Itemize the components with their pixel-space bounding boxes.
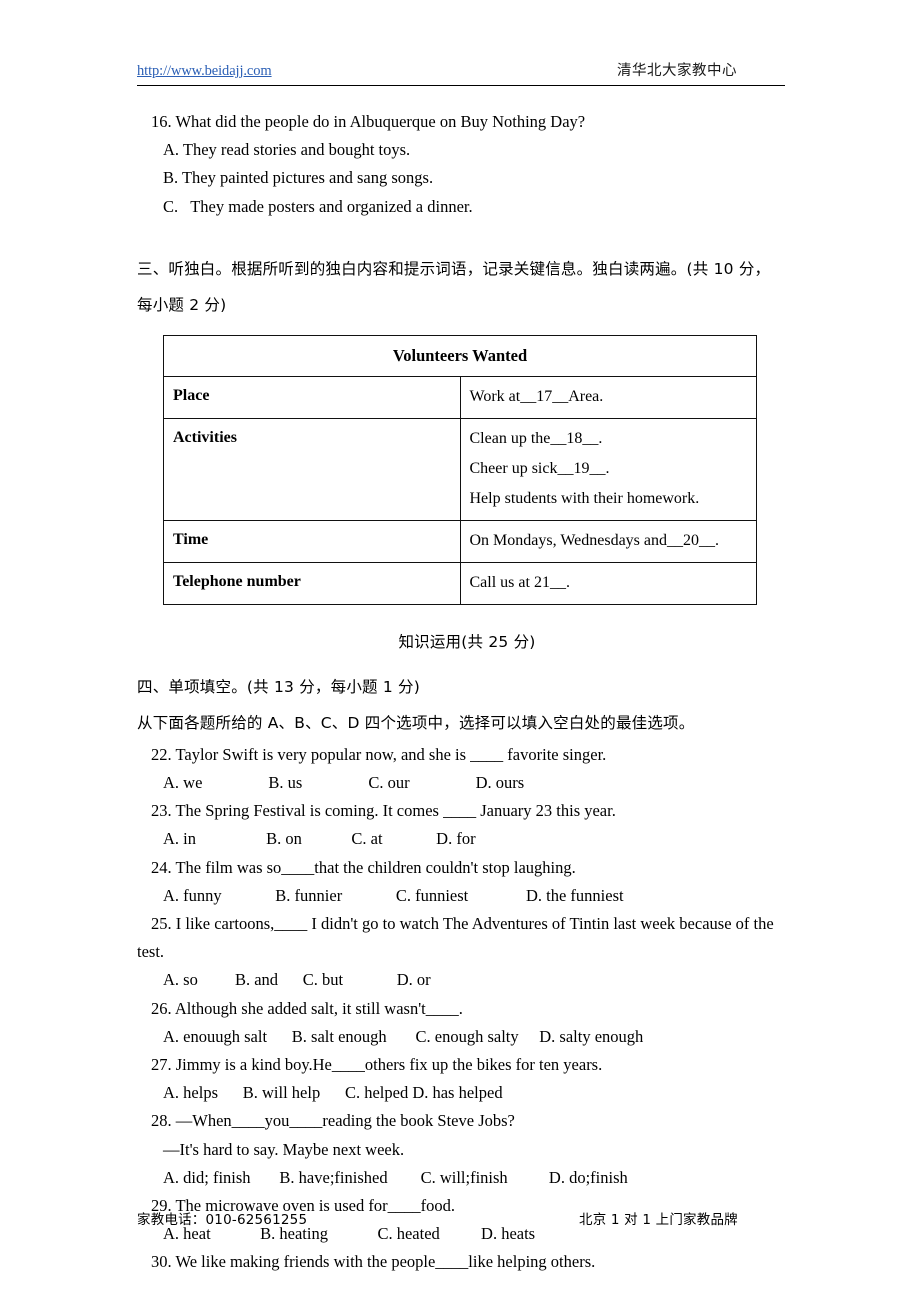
question-22-stem: 22. Taylor Swift is very popular now, an… (151, 744, 607, 764)
section-four-instruction: 从下面各题所给的 A、B、C、D 四个选项中，选择可以填入空白处的最佳选项。 (137, 713, 695, 732)
question-25-stem: 25. I like cartoons,____ I didn't go to … (151, 914, 774, 934)
row-value-activities: Clean up the__18__. Cheer up sick__19__.… (459, 417, 757, 521)
question-30-stem: 30. We like making friends with the peop… (151, 1252, 596, 1272)
question-24-options[interactable]: A. funny B. funnier C. funniest D. the f… (137, 882, 797, 910)
row-label-telephone: Telephone number (163, 561, 461, 605)
header-organization: 清华北大家教中心 (617, 63, 737, 79)
question-22-options[interactable]: A. we B. us C. our D. ours (137, 769, 797, 797)
table-cell-line: Work at__17__Area. (469, 387, 604, 405)
row-label-activities: Activities (163, 417, 461, 521)
question-16-option-c[interactable]: C. They made posters and organized a din… (137, 193, 797, 221)
question-25-stem-continued: test. (137, 942, 165, 962)
header-divider (137, 85, 785, 86)
question-26-options[interactable]: A. enouugh salt B. salt enough C. enough… (137, 1023, 797, 1051)
question-16-option-b[interactable]: B. They painted pictures and sang songs. (137, 164, 797, 192)
question-28-options[interactable]: A. did; finish B. have;finished C. will;… (137, 1164, 797, 1192)
section-three-heading-line1: 三、听独白。根据所听到的独白内容和提示词语，记录关键信息。独白读两遍。(共 10… (137, 259, 771, 278)
header-row: http://www.beidajj.com 清华北大家教中心 (137, 62, 785, 80)
table-row: Telephone number Call us at 21__. (163, 561, 757, 605)
website-link[interactable]: http://www.beidajj.com (137, 62, 272, 80)
table-row: Place Work at__17__Area. (163, 375, 757, 419)
question-16-stem: 16. What did the people do in Albuquerqu… (151, 112, 586, 131)
row-label-place: Place (163, 375, 461, 419)
question-23-stem: 23. The Spring Festival is coming. It co… (151, 801, 616, 821)
question-28-stem: 28. —When____you____reading the book Ste… (151, 1111, 515, 1131)
question-27-options[interactable]: A. helps B. will help C. helped D. has h… (137, 1079, 797, 1107)
question-25-options[interactable]: A. so B. and C. but D. or (137, 966, 797, 994)
table-row: Activities Clean up the__18__. Cheer up … (163, 417, 757, 521)
table-cell-line: On Mondays, Wednesdays and__20__. (469, 531, 720, 549)
section-three-heading-line2: 每小题 2 分) (137, 295, 227, 314)
table-title: Volunteers Wanted (163, 334, 757, 377)
exam-content: 16. What did the people do in Albuquerqu… (137, 108, 797, 1277)
table-cell-line: Call us at 21__. (469, 573, 570, 591)
section-four-heading: 四、单项填空。(共 13 分，每小题 1 分) (137, 677, 420, 696)
row-value-time: On Mondays, Wednesdays and__20__. (459, 519, 757, 563)
question-23-options[interactable]: A. in B. on C. at D. for (137, 825, 797, 853)
question-24-stem: 24. The film was so____that the children… (151, 857, 576, 877)
table-cell-line: Cheer up sick__19__. (469, 459, 610, 477)
question-27-stem: 27. Jimmy is a kind boy.He____others fix… (151, 1055, 603, 1075)
question-16-option-a[interactable]: A. They read stories and bought toys. (137, 136, 797, 164)
table-cell-line: Clean up the__18__. (469, 429, 603, 447)
table-cell-line: Help students with their homework. (469, 489, 700, 507)
row-value-telephone: Call us at 21__. (459, 561, 757, 605)
exam-page: http://www.beidajj.com 清华北大家教中心 16. What… (0, 0, 920, 1302)
volunteers-wanted-table: Volunteers Wanted Place Work at__17__Are… (163, 334, 757, 605)
table-title-row: Volunteers Wanted (163, 334, 757, 377)
volunteers-table-wrapper: Volunteers Wanted Place Work at__17__Are… (137, 334, 797, 605)
question-26-stem: 26. Although she added salt, it still wa… (151, 998, 463, 1018)
page-header: http://www.beidajj.com 清华北大家教中心 (137, 62, 785, 86)
row-label-time: Time (163, 519, 461, 563)
knowledge-section-heading: 知识运用(共 25 分) (398, 632, 536, 651)
row-value-place: Work at__17__Area. (459, 375, 757, 419)
footer-slogan: 北京 1 对 1 上门家教品牌 (579, 1212, 738, 1228)
table-row: Time On Mondays, Wednesdays and__20__. (163, 519, 757, 563)
footer-phone: 家教电话：010-62561255 (137, 1212, 308, 1228)
question-28-stem-continued: —It's hard to say. Maybe next week. (163, 1139, 405, 1159)
